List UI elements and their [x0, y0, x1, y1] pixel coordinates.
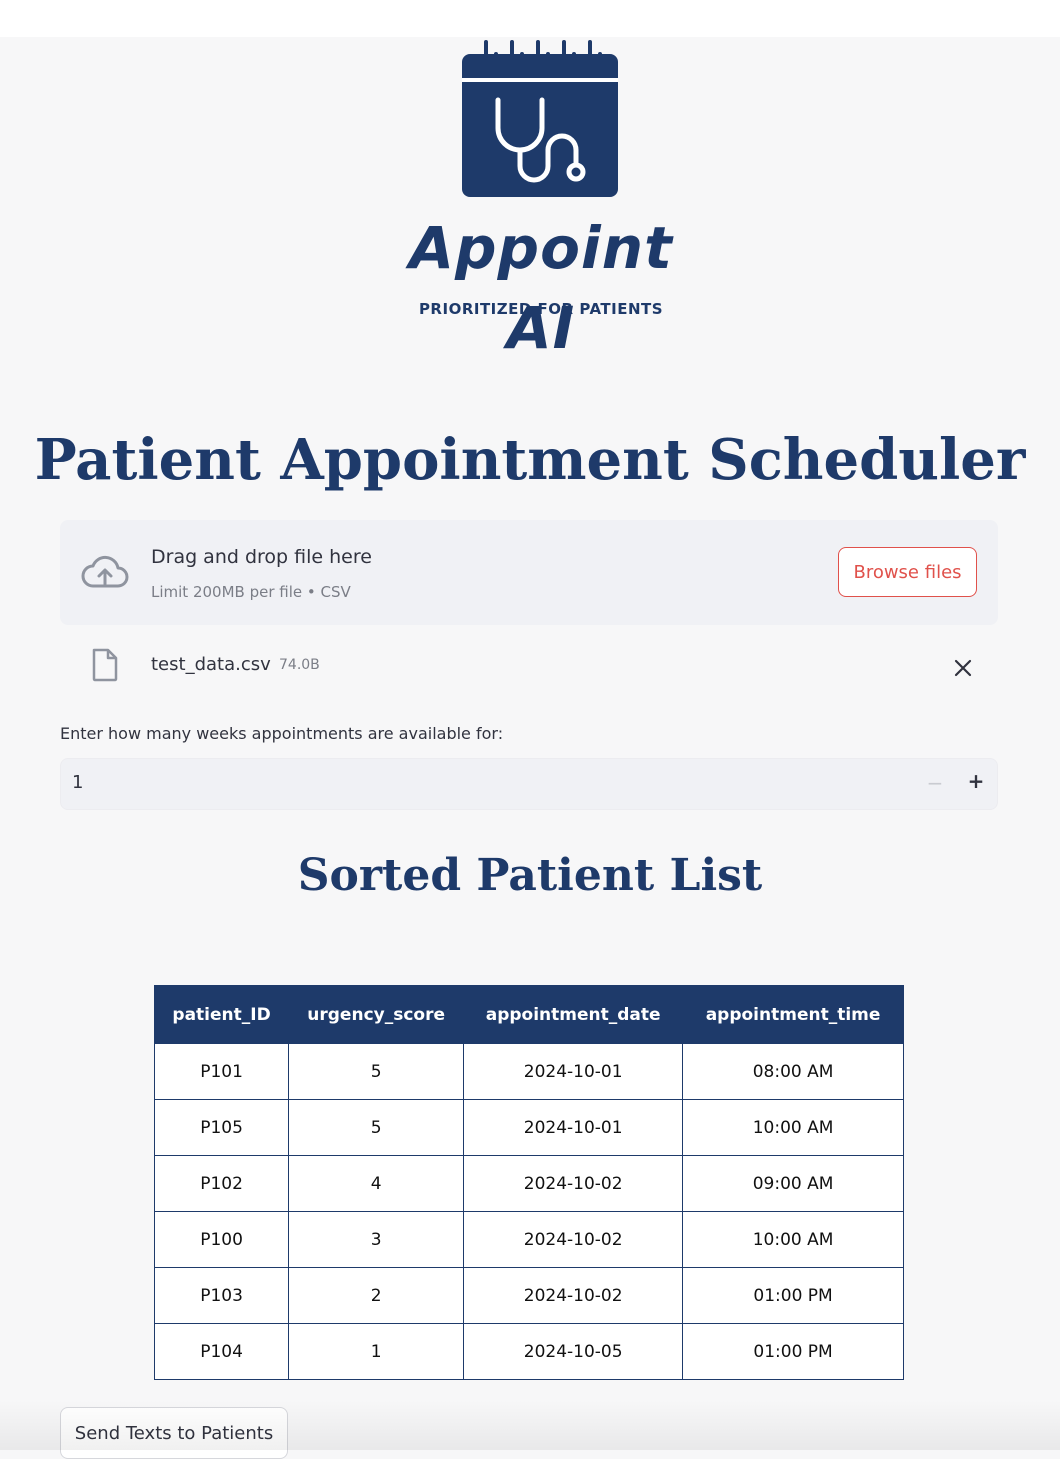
dropzone-limit: Limit 200MB per file • CSV: [151, 583, 351, 601]
logo-tagline: PRIORITIZED FOR PATIENTS: [418, 300, 664, 318]
file-size: 74.0B: [279, 657, 320, 673]
dropzone-title: Drag and drop file here: [151, 546, 372, 568]
table-cell: 01:00 PM: [682, 1267, 904, 1324]
weeks-input-label: Enter how many weeks appointments are av…: [60, 724, 504, 743]
table-cell: 09:00 AM: [682, 1155, 904, 1212]
file-uploader-dropzone[interactable]: Drag and drop file here Limit 200MB per …: [60, 520, 998, 625]
table-cell: P104: [153, 1323, 290, 1380]
decrement-button[interactable]: −: [923, 771, 947, 797]
table-cell: 1: [288, 1323, 465, 1380]
table-cell: 2024-10-02: [463, 1267, 684, 1324]
send-texts-button[interactable]: Send Texts to Patients: [60, 1407, 288, 1459]
table-row: P103 2 2024-10-02 01:00 PM: [153, 1267, 904, 1324]
weeks-number-input[interactable]: 1 − +: [60, 758, 998, 810]
browse-files-button[interactable]: Browse files: [838, 547, 977, 597]
table-cell: 2024-10-01: [463, 1043, 684, 1100]
table-cell: 5: [288, 1043, 465, 1100]
table-cell: 4: [288, 1155, 465, 1212]
column-header: urgency_score: [288, 985, 465, 1044]
close-icon[interactable]: [952, 657, 974, 679]
table-cell: P101: [153, 1043, 290, 1100]
table-row: P104 1 2024-10-05 01:00 PM: [153, 1323, 904, 1380]
logo-wordmark: Appoint AI: [409, 214, 673, 362]
cloud-upload-icon: [81, 555, 129, 588]
table-header-row: patient_ID urgency_score appointment_dat…: [153, 985, 904, 1044]
table-cell: 2024-10-02: [463, 1211, 684, 1268]
table-row: P100 3 2024-10-02 10:00 AM: [153, 1211, 904, 1268]
table-cell: 5: [288, 1099, 465, 1156]
increment-button[interactable]: +: [964, 769, 988, 797]
table-row: P101 5 2024-10-01 08:00 AM: [153, 1043, 904, 1100]
table-cell: 2: [288, 1267, 465, 1324]
file-icon: [92, 648, 118, 682]
table-cell: 2024-10-05: [463, 1323, 684, 1380]
top-bar: [0, 0, 1060, 37]
calendar-stethoscope-icon: [462, 40, 618, 197]
patient-table: patient_ID urgency_score appointment_dat…: [153, 985, 904, 1380]
table-cell: P105: [153, 1099, 290, 1156]
table-cell: 2024-10-01: [463, 1099, 684, 1156]
column-header: patient_ID: [153, 985, 290, 1044]
column-header: appointment_time: [682, 985, 904, 1044]
column-header: appointment_date: [463, 985, 684, 1044]
table-cell: P103: [153, 1267, 290, 1324]
weeks-input-value[interactable]: 1: [72, 772, 83, 793]
table-cell: 10:00 AM: [682, 1099, 904, 1156]
table-cell: 2024-10-02: [463, 1155, 684, 1212]
table-cell: 08:00 AM: [682, 1043, 904, 1100]
table-cell: P102: [153, 1155, 290, 1212]
sorted-list-title: Sorted Patient List: [297, 850, 763, 901]
table-cell: 01:00 PM: [682, 1323, 904, 1380]
page-title: Patient Appointment Scheduler: [34, 427, 1026, 493]
table-row: P102 4 2024-10-02 09:00 AM: [153, 1155, 904, 1212]
table-row: P105 5 2024-10-01 10:00 AM: [153, 1099, 904, 1156]
uploaded-file-row: test_data.csv 74.0B: [60, 640, 998, 700]
file-name: test_data.csv: [151, 654, 271, 675]
table-cell: P100: [153, 1211, 290, 1268]
table-cell: 3: [288, 1211, 465, 1268]
table-cell: 10:00 AM: [682, 1211, 904, 1268]
app-logo: Appoint AI PRIORITIZED FOR PATIENTS: [398, 40, 684, 362]
